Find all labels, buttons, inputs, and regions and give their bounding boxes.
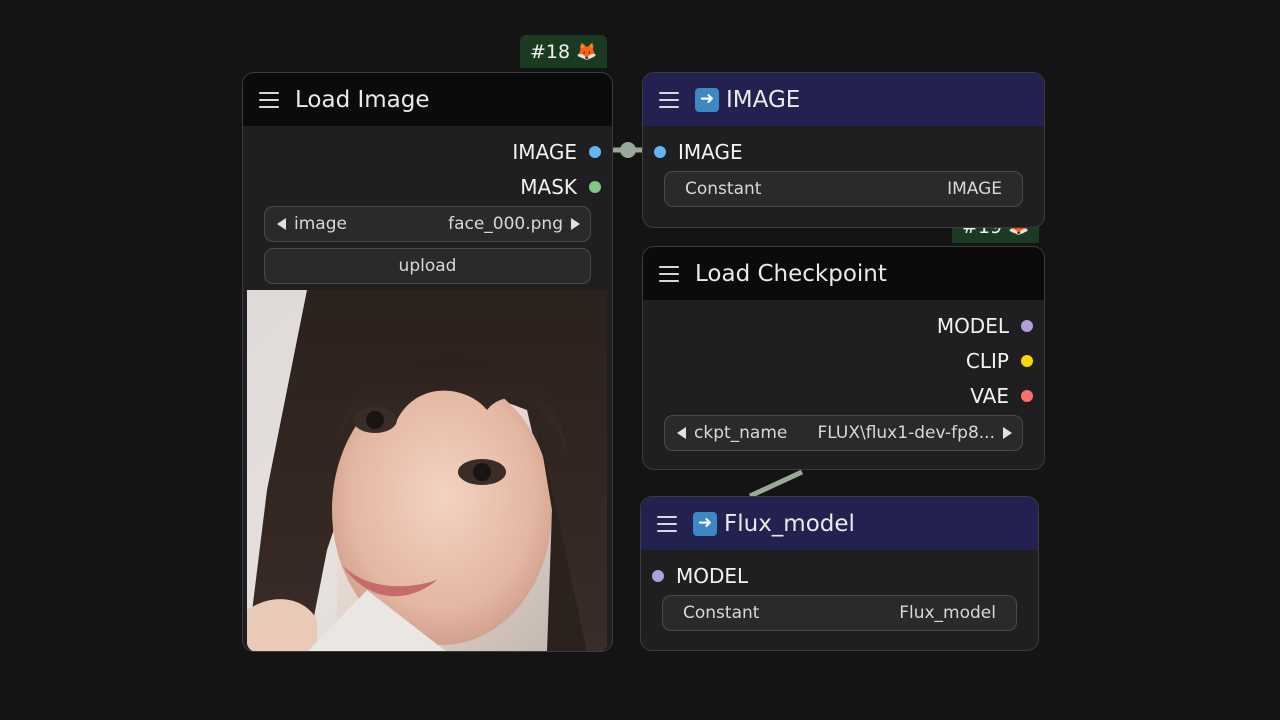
image-preview: [247, 290, 607, 651]
widget-value: face_000.png: [448, 214, 563, 234]
menu-icon[interactable]: [659, 265, 679, 282]
node-header[interactable]: ➜ IMAGE: [643, 73, 1044, 126]
node-title: Flux_model: [724, 510, 855, 537]
ckpt-name-combo-widget[interactable]: ckpt_name FLUX\flux1-dev-fp8...: [664, 415, 1023, 451]
badge-id-text: #18: [530, 40, 571, 63]
upload-label: upload: [398, 256, 457, 276]
output-label: MODEL: [936, 314, 1009, 338]
increment-arrow-icon[interactable]: [571, 218, 580, 230]
output-clip[interactable]: CLIP: [966, 349, 1033, 373]
output-label: CLIP: [965, 349, 1009, 373]
menu-icon[interactable]: [659, 91, 679, 108]
decrement-arrow-icon[interactable]: [277, 218, 286, 230]
widget-label: image: [294, 214, 347, 234]
node-header[interactable]: Load Image: [243, 73, 612, 126]
output-model[interactable]: MODEL: [937, 314, 1033, 338]
upload-button[interactable]: upload: [264, 248, 591, 284]
menu-icon[interactable]: [259, 91, 279, 108]
node-id-badge-18: #18 🦊: [520, 35, 608, 68]
widget-label: ckpt_name: [694, 423, 788, 443]
load-checkpoint-node[interactable]: Load Checkpoint MODEL CLIP VAE ckpt_name…: [642, 246, 1045, 470]
constant-widget[interactable]: Constant Flux_model: [662, 595, 1017, 631]
link-reroute-dot[interactable]: [620, 142, 636, 158]
widget-value: IMAGE: [947, 179, 1002, 199]
node-header[interactable]: Load Checkpoint: [643, 247, 1044, 300]
output-mask[interactable]: MASK: [520, 175, 601, 199]
load-image-node[interactable]: Load Image IMAGE MASK image face_000.png…: [242, 72, 613, 652]
node-header[interactable]: ➜ Flux_model: [641, 497, 1038, 550]
output-vae[interactable]: VAE: [970, 384, 1033, 408]
widget-label: Constant: [685, 179, 762, 199]
image-constant-node[interactable]: ➜ IMAGE IMAGE Constant IMAGE: [642, 72, 1045, 228]
right-arrow-icon: ➜: [693, 511, 717, 536]
input-port-dot[interactable]: [652, 570, 664, 582]
link-model-to-flux[interactable]: [748, 469, 804, 499]
output-label: IMAGE: [512, 140, 577, 164]
increment-arrow-icon[interactable]: [1003, 427, 1012, 439]
right-arrow-icon: ➜: [695, 87, 719, 112]
input-port-dot[interactable]: [654, 146, 666, 158]
decrement-arrow-icon[interactable]: [677, 427, 686, 439]
menu-icon[interactable]: [657, 515, 677, 532]
widget-value: FLUX\flux1-dev-fp8...: [817, 423, 995, 443]
image-combo-widget[interactable]: image face_000.png: [264, 206, 591, 242]
input-label: IMAGE: [678, 140, 743, 164]
portrait-photo: [247, 290, 607, 651]
output-label: MASK: [520, 175, 577, 199]
input-label: MODEL: [676, 564, 749, 588]
node-title: Load Checkpoint: [695, 260, 887, 287]
output-image[interactable]: IMAGE: [512, 140, 601, 164]
output-port-dot[interactable]: [589, 146, 601, 158]
input-model[interactable]: MODEL: [652, 564, 748, 588]
input-image[interactable]: IMAGE: [654, 140, 743, 164]
node-title: Load Image: [295, 86, 430, 113]
fox-icon: 🦊: [576, 41, 598, 62]
node-title: IMAGE: [726, 86, 801, 113]
widget-value: Flux_model: [899, 603, 996, 623]
output-port-dot[interactable]: [1021, 390, 1033, 402]
output-port-dot[interactable]: [1021, 355, 1033, 367]
output-port-dot[interactable]: [589, 181, 601, 193]
flux-model-constant-node[interactable]: ➜ Flux_model MODEL Constant Flux_model: [640, 496, 1039, 651]
output-port-dot[interactable]: [1021, 320, 1033, 332]
widget-label: Constant: [683, 603, 760, 623]
constant-widget[interactable]: Constant IMAGE: [664, 171, 1023, 207]
output-label: VAE: [970, 384, 1009, 408]
